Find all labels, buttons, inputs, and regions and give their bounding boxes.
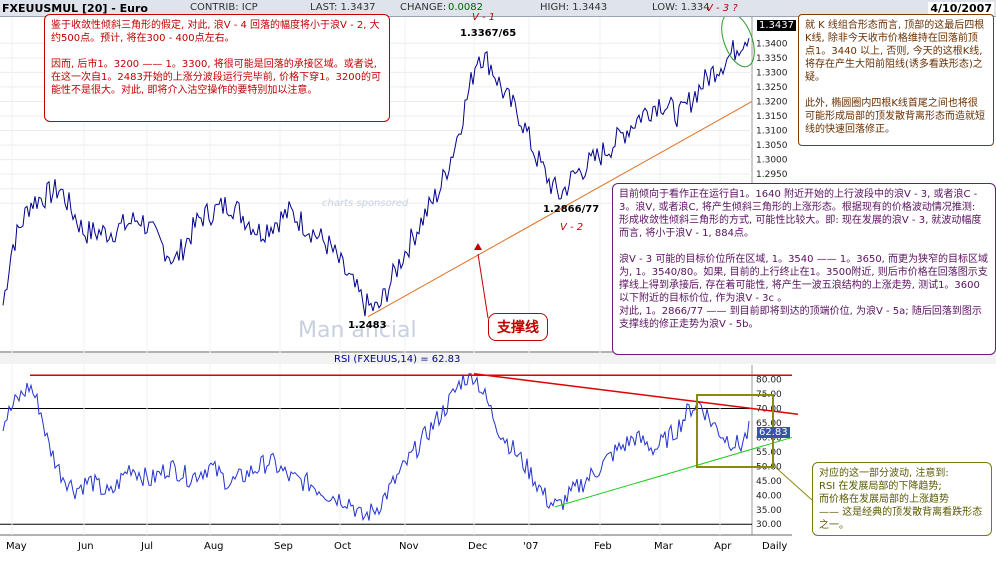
note-middle-right: 目前倾向于看作正在运行自1。1640 附近开始的上行波段中的浪V - 3, 或者…	[612, 183, 996, 355]
rsi-tick-label: 30.00	[756, 520, 782, 530]
rsi-tick-label: 40.00	[756, 491, 782, 501]
high-label: HIGH: 1.3443	[540, 2, 608, 13]
price-tick-label: 1.3300	[756, 68, 788, 78]
price-last-value: 1.3437	[757, 20, 796, 31]
price-tick-label: 1.3000	[756, 156, 788, 166]
price-tick-label: 1.2950	[756, 170, 788, 180]
change-label: CHANGE:	[400, 2, 447, 13]
x-tick-label: Daily	[762, 541, 787, 552]
peak-value-label: 1.3367/65	[460, 28, 517, 39]
rsi-tick-label: 80.00	[756, 376, 782, 386]
rsi-last-value: 62.83	[757, 427, 790, 438]
wave-v3-label: V - 3 ?	[706, 3, 738, 14]
contrib-label: CONTRIB: ICP	[190, 2, 258, 13]
x-tick-label: Mar	[654, 541, 674, 552]
trough-value-label: 1.2866/77	[543, 204, 600, 215]
price-tick-label: 1.3400	[756, 39, 788, 49]
x-tick-label: Sep	[274, 541, 293, 552]
price-tick-label: 1.3200	[756, 97, 788, 107]
price-tick-label: 1.3350	[756, 54, 788, 64]
wave-v1-label: V - 1	[472, 12, 496, 23]
x-tick-label: Jul	[140, 541, 153, 552]
rsi-tick-label: 35.00	[756, 506, 782, 516]
x-tick-label: May	[6, 541, 27, 552]
price-tick-label: 1.3050	[756, 141, 788, 151]
rsi-title: RSI (FXEUUS,14) = 62.83	[334, 354, 461, 365]
price-tick-label: 1.3150	[756, 112, 788, 122]
price-tick-label: 1.3250	[756, 83, 788, 93]
watermark-line1: charts sponsored	[322, 198, 409, 209]
x-tick-label: Aug	[204, 541, 224, 552]
low-value-label: 1.2483	[348, 320, 387, 331]
x-tick-label: Oct	[334, 541, 351, 552]
x-tick-label: Dec	[468, 541, 487, 552]
wave-v2-label: V - 2	[560, 222, 584, 233]
note-top-right: 就 K 线组合形态而言, 顶部的这最后四根K线, 除非今天收市价格维持在回落前顶…	[798, 14, 994, 146]
x-tick-label: Apr	[714, 541, 732, 552]
note-bottom-right: 对应的这一部分波动, 注意到: RSI 在发展局部的下降趋势; 而价格在发展局部…	[812, 462, 992, 536]
x-tick-label: Nov	[399, 541, 419, 552]
note-top-left: 鉴于收敛性倾斜三角形的假定, 对此, 浪V - 4 回落的幅度将小于浪V - 2…	[44, 14, 390, 122]
price-tick-label: 1.3100	[756, 127, 788, 137]
support-line-label: 支撑线	[488, 313, 548, 341]
x-tick-label: Jun	[77, 541, 94, 552]
last-label: LAST: 1.3437	[310, 2, 376, 13]
x-tick-label: '07	[523, 541, 538, 552]
low-label: LOW: 1.334	[652, 2, 710, 13]
rsi-tick-label: 45.00	[756, 477, 782, 487]
x-tick-label: Feb	[594, 541, 612, 552]
rsi-tick-label: 55.00	[756, 448, 782, 458]
